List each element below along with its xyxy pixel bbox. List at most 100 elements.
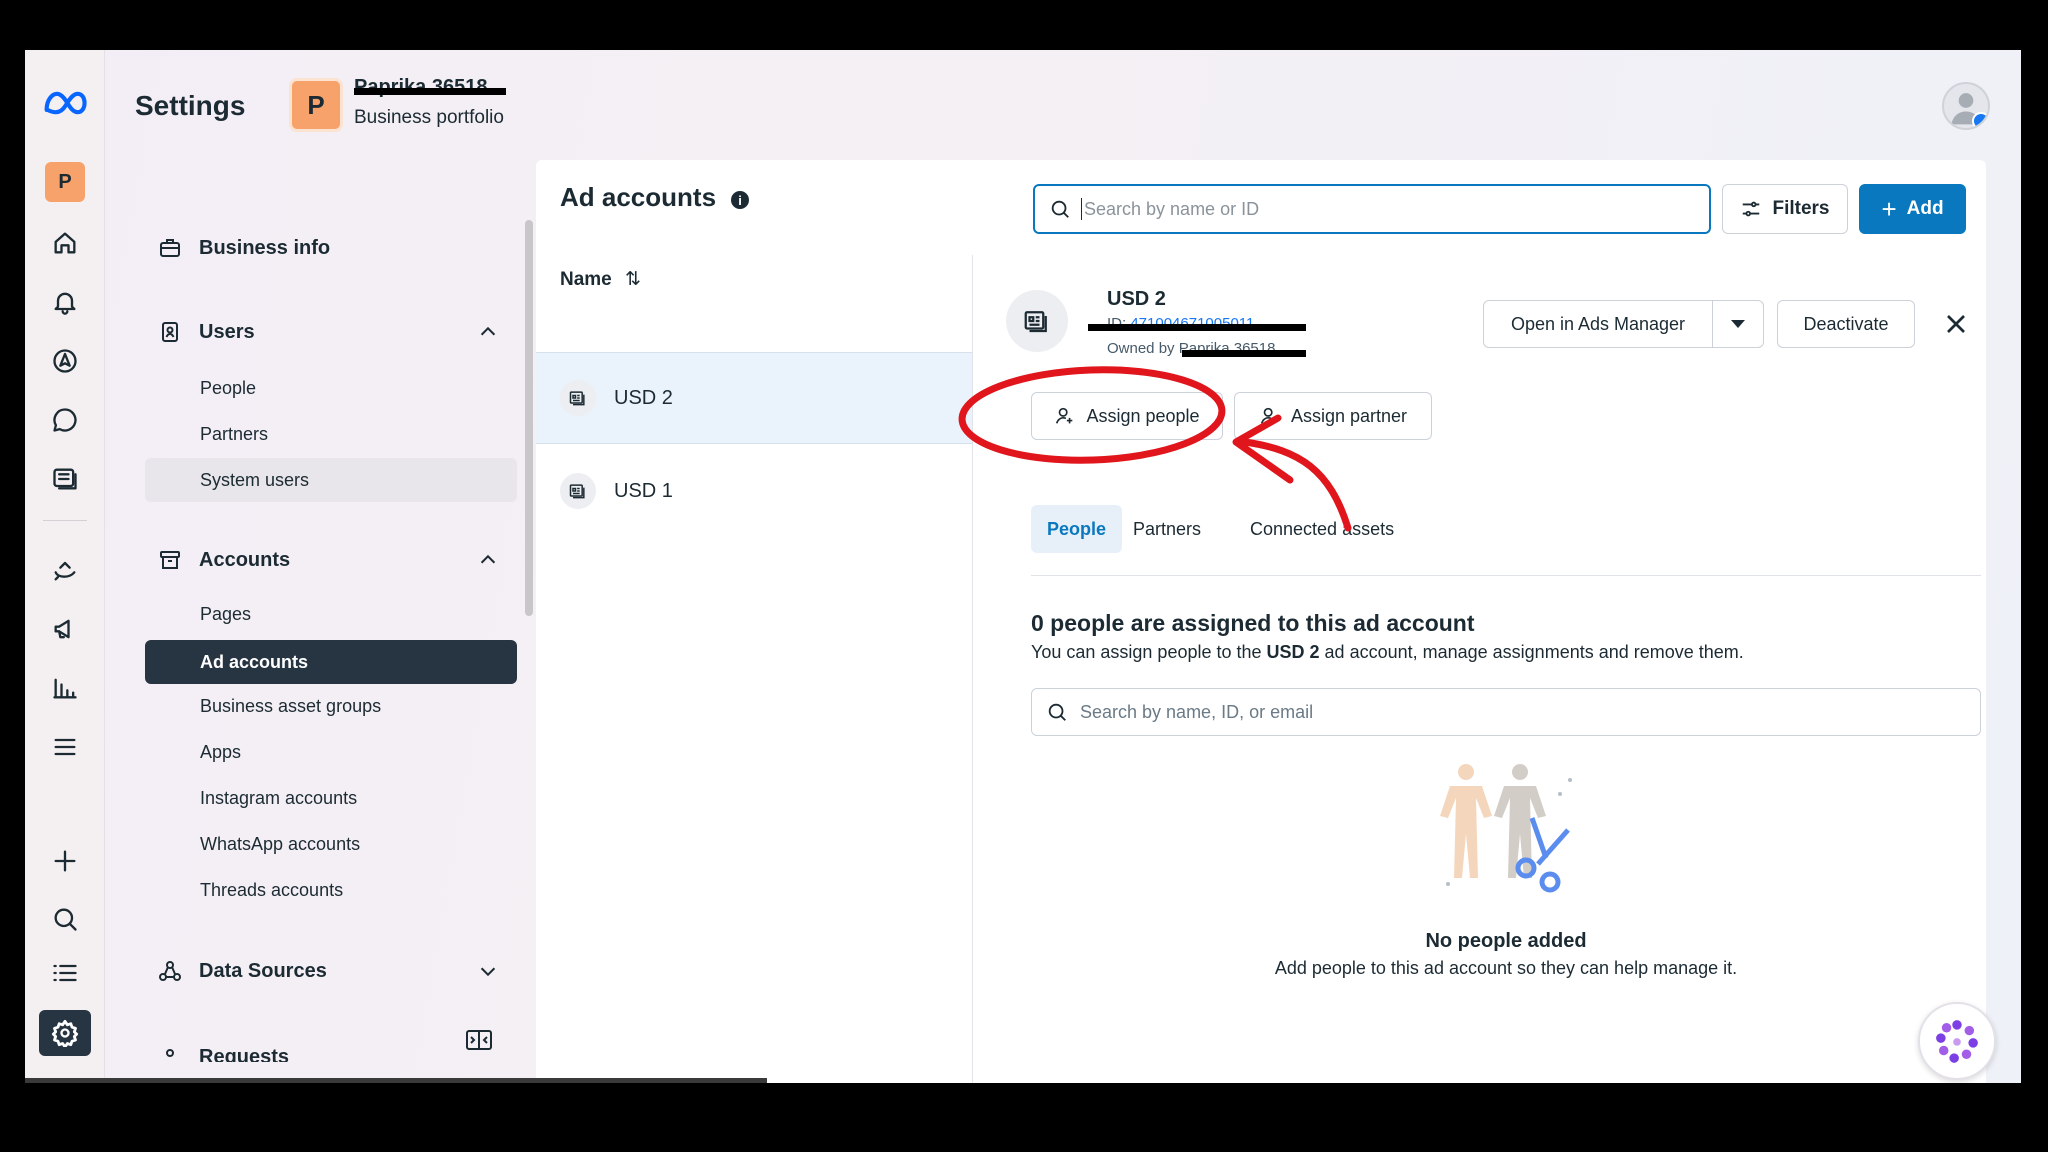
sliders-icon [1743, 201, 1760, 217]
search-icon [1051, 200, 1069, 218]
icon-rail: P [25, 50, 105, 1083]
close-icon[interactable] [1940, 308, 1972, 340]
assign-partner-label: Assign partner [1290, 405, 1408, 426]
empty-state-title: No people added [1425, 930, 1587, 952]
sidebar-item-business-asset-groups[interactable]: Business asset groups [145, 684, 517, 728]
deactivate-button[interactable]: Deactivate [1777, 300, 1915, 348]
horizontal-scrollbar[interactable] [25, 1078, 767, 1083]
search-icon[interactable] [39, 896, 91, 942]
open-in-ads-manager-button[interactable]: Open in Ads Manager [1483, 300, 1713, 348]
facebook-badge-icon [1972, 112, 1988, 128]
screen: P Settings P Paprika 36518 Business port… [25, 50, 2021, 1083]
account-name: USD 1 [614, 479, 673, 502]
sidebar-item-apps[interactable]: Apps [145, 730, 517, 774]
workspace-initial: P [45, 162, 85, 202]
assign-people-label: Assign people [1086, 405, 1200, 426]
add-button[interactable]: + Add [1859, 184, 1966, 234]
filters-label: Filters [1772, 198, 1830, 219]
ad-account-icon [560, 473, 596, 509]
content-card: Ad accounts i Search by name or ID Filte… [536, 160, 1986, 1083]
portfolio-avatar[interactable]: P [289, 78, 343, 132]
nav-label: Users [199, 320, 255, 343]
reports-icon[interactable] [39, 665, 91, 711]
tab-partners[interactable]: Partners [1117, 505, 1217, 553]
redaction-mark [354, 88, 506, 95]
bell-icon[interactable] [39, 279, 91, 325]
sidebar-item-whatsapp-accounts[interactable]: WhatsApp accounts [145, 822, 517, 866]
nav-data-sources-section[interactable]: Data Sources [145, 948, 525, 994]
sidebar-item-threads-accounts[interactable]: Threads accounts [145, 868, 517, 912]
nav-label: Accounts [199, 548, 291, 571]
page-title: Settings [135, 90, 246, 121]
assigned-description: You can assign people to the USD 2 ad ac… [1031, 642, 1744, 663]
settings-gear-icon[interactable] [39, 1010, 91, 1056]
plus-icon: + [1881, 193, 1897, 224]
column-label: Name [560, 269, 612, 290]
nav-label: Requests [199, 1045, 290, 1063]
sidebar-item-instagram-accounts[interactable]: Instagram accounts [145, 776, 517, 820]
workspace-avatar[interactable]: P [39, 159, 91, 205]
caret-down-icon [1731, 320, 1745, 328]
assign-partner-button[interactable]: Assign partner [1234, 392, 1432, 440]
ad-account-row-usd-2[interactable]: USD 2 [536, 352, 972, 444]
plus-icon[interactable] [39, 838, 91, 884]
nav-users-section[interactable]: Users [145, 309, 525, 355]
people-search-input[interactable]: Search by name, ID, or email [1031, 688, 1981, 736]
account-title: USD 2 [1107, 288, 1166, 310]
empty-state-subtitle: Add people to this ad account so they ca… [1274, 958, 1738, 978]
assign-people-button[interactable]: Assign people [1031, 392, 1223, 440]
list-icon[interactable] [39, 950, 91, 996]
tab-people[interactable]: People [1031, 505, 1123, 553]
home-icon[interactable] [39, 220, 91, 266]
meta-logo-icon[interactable] [39, 80, 91, 126]
nav-accounts-section[interactable]: Accounts [145, 537, 525, 583]
chat-icon[interactable] [39, 397, 91, 443]
sidebar-item-system-users[interactable]: System users [145, 458, 517, 502]
chevron-down-icon[interactable] [477, 960, 499, 982]
chevron-up-icon[interactable] [477, 549, 499, 571]
redaction-mark [1182, 350, 1306, 357]
ad-account-icon [1006, 290, 1068, 352]
search-placeholder: Search by name or ID [1084, 198, 1260, 219]
audience-icon[interactable] [39, 547, 91, 593]
assigned-count-heading: 0 people are assigned to this ad account [1031, 610, 1475, 636]
ad-account-icon [560, 380, 596, 416]
nav-label: Data Sources [199, 959, 327, 982]
nav-business-info[interactable]: Business info [145, 225, 525, 271]
pages-icon[interactable] [39, 456, 91, 502]
people-search-placeholder: Search by name, ID, or email [1080, 701, 1314, 722]
assistant-launcher[interactable] [1918, 1002, 1996, 1080]
navigate-icon[interactable] [39, 338, 91, 384]
desc-prefix: You can assign people to the [1031, 642, 1267, 662]
redaction-mark [1088, 324, 1306, 331]
desc-suffix: ad account, manage assignments and remov… [1319, 642, 1744, 662]
portfolio-subtitle: Business portfolio [354, 107, 504, 128]
account-search-input[interactable]: Search by name or ID [1033, 184, 1711, 234]
open-ads-manager-dropdown[interactable] [1712, 300, 1764, 348]
add-label: Add [1906, 198, 1944, 219]
desc-account: USD 2 [1266, 642, 1320, 662]
requests-icon [157, 1044, 183, 1062]
menu-icon[interactable] [39, 724, 91, 770]
info-icon[interactable]: i [731, 191, 749, 209]
chevron-up-icon[interactable] [477, 321, 499, 343]
column-divider [972, 255, 973, 1083]
sidebar-item-partners[interactable]: Partners [145, 412, 517, 456]
ad-account-row-usd-1[interactable]: USD 1 [536, 445, 972, 537]
megaphone-icon[interactable] [39, 606, 91, 652]
tab-divider [1031, 575, 1981, 576]
sidebar-item-people[interactable]: People [145, 366, 517, 410]
sort-icon[interactable]: ⇅ [625, 269, 641, 290]
sidebar-item-pages[interactable]: Pages [145, 592, 517, 636]
archive-icon [157, 547, 183, 573]
tab-connected-assets[interactable]: Connected assets [1234, 505, 1410, 553]
name-column-header[interactable]: Name ⇅ [560, 268, 641, 291]
add-partner-icon [1260, 407, 1278, 424]
briefcase-icon [157, 235, 183, 261]
user-avatar[interactable] [1942, 82, 1990, 130]
sidebar-scrollbar[interactable] [525, 220, 533, 616]
flower-icon [1936, 1020, 1978, 1063]
sidebar-item-ad-accounts[interactable]: Ad accounts [145, 640, 517, 684]
collapse-panel-icon[interactable] [465, 1028, 493, 1052]
filters-button[interactable]: Filters [1722, 184, 1848, 234]
